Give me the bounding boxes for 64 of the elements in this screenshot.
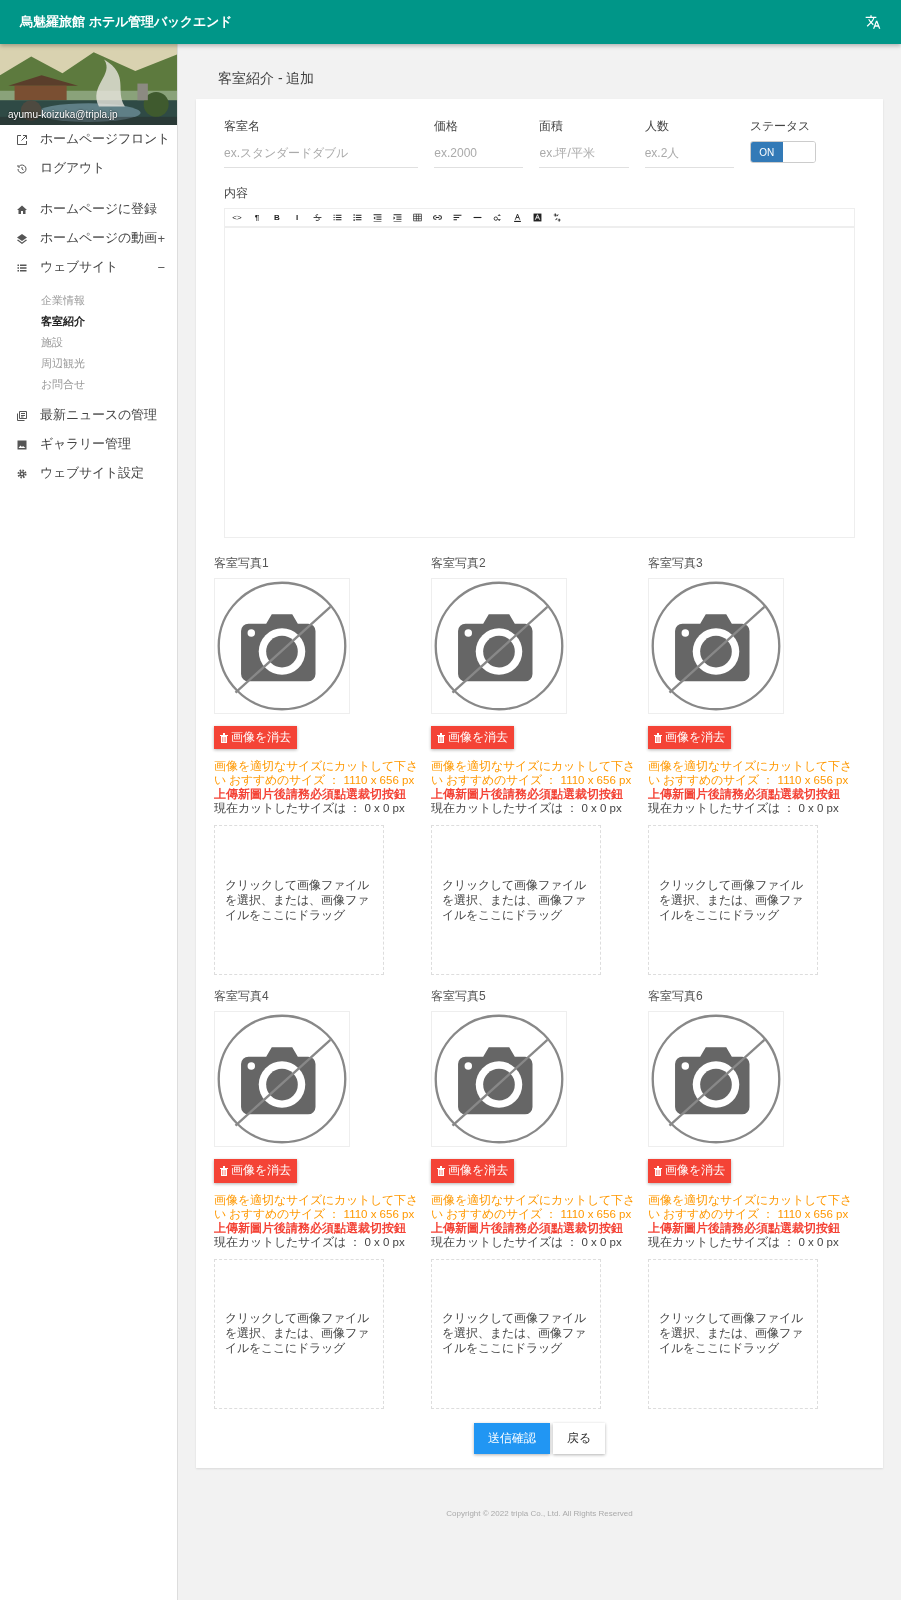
sidebar-item[interactable]: ウェブサイト − [0, 253, 177, 282]
sidebar-item[interactable]: ホームページフロント [0, 125, 177, 154]
photo-label: 客室写真5 [431, 988, 487, 1006]
copyright-text: Copyright © 2022 tripla Co., Ltd. All Rights Reserved [445, 1507, 634, 1520]
toolbar-button[interactable]: I [287, 209, 307, 226]
photo-label: 客室写真3 [648, 555, 704, 572]
field-label: 面積 [539, 118, 565, 135]
toggle-icon[interactable]: − [157, 257, 165, 278]
current-size: 現在カットしたサイズは ： 0 x 0 px [214, 1234, 406, 1249]
size-hint: 画像を適切なサイズにカットして下さい おすすめのサイズ ： 1110 x 656 px [431, 759, 636, 788]
delete-image-button[interactable]: 画像を消去 [214, 726, 297, 750]
delete-image-button[interactable]: 画像を消去 [214, 1159, 297, 1183]
delete-image-button[interactable]: 画像を消去 [431, 726, 514, 750]
sidebar-item[interactable]: ホームページの動画+ [0, 224, 177, 253]
size-hint: 画像を適切なサイズにカットして下さい おすすめのサイズ ： 1110 x 656 px [648, 759, 853, 788]
toolbar-button[interactable]: B [267, 209, 287, 226]
size-hint: 画像を適切なサイズにカットして下さい おすすめのサイズ ： 1110 x 656 px [214, 759, 419, 788]
sidebar-item[interactable]: ホームページに登録 [0, 195, 177, 224]
photo-label: 客室写真2 [431, 555, 487, 572]
sidebar-item[interactable]: ウェブサイト設定 [0, 459, 177, 488]
delete-image-button[interactable]: 画像を消去 [648, 1159, 731, 1183]
toolbar-button[interactable]: <> [227, 209, 247, 226]
app-title: 烏魅羅旅館 ホテル管理バックエンド [20, 13, 232, 32]
upload-dropzone[interactable]: クリックして画像ファイルを選択、または、画像ファイルをここにドラッグ [648, 825, 818, 976]
field-label: 人数 [644, 118, 670, 135]
crop-warning: 上傳新圖片後請務必須點選裁切按鈕 [214, 787, 407, 802]
toggle-icon[interactable]: + [157, 228, 165, 249]
upload-dropzone[interactable]: クリックして画像ファイルを選択、または、画像ファイルをここにドラッグ [214, 1258, 384, 1409]
current-size: 現在カットしたサイズは ： 0 x 0 px [214, 801, 406, 816]
current-size: 現在カットしたサイズは ： 0 x 0 px [648, 1234, 840, 1249]
crop-warning: 上傳新圖片後請務必須點選裁切按鈕 [648, 1220, 841, 1235]
photo-label: 客室写真4 [214, 988, 270, 1006]
field-label: 内容 [224, 185, 249, 202]
rich-text-editor[interactable]: <> ¶ B I [224, 208, 855, 538]
delete-image-button[interactable]: 画像を消去 [431, 1159, 514, 1183]
crop-warning: 上傳新圖片後請務必須點選裁切按鈕 [214, 1220, 407, 1235]
sidebar-item[interactable]: ログアウト [0, 154, 177, 183]
field-label: ステータス [749, 118, 811, 135]
user-email: ayumu-koizuka@tripla.jp [8, 108, 118, 122]
submenu-item[interactable]: 客室紹介 [0, 311, 177, 332]
photo-label: 客室写真6 [648, 988, 704, 1006]
status-toggle[interactable]: ON [749, 141, 816, 163]
size-hint: 画像を適切なサイズにカットして下さい おすすめのサイズ ： 1110 x 656 px [214, 1192, 419, 1221]
crop-warning: 上傳新圖片後請務必須點選裁切按鈕 [431, 787, 624, 802]
photo-label: 客室写真1 [214, 555, 270, 572]
crop-warning: 上傳新圖片後請務必須點選裁切按鈕 [431, 1220, 624, 1235]
toolbar-button[interactable]: ¶ [247, 209, 267, 226]
page-title: 客室紹介 - 追加 [217, 69, 316, 88]
current-size: 現在カットしたサイズは ： 0 x 0 px [431, 801, 623, 816]
back-button[interactable]: 戻る [553, 1422, 605, 1454]
delete-image-button[interactable]: 画像を消去 [648, 726, 731, 750]
sidebar-item[interactable]: ギャラリー管理 [0, 430, 177, 459]
crop-warning: 上傳新圖片後請務必須點選裁切按鈕 [648, 787, 841, 802]
upload-dropzone[interactable]: クリックして画像ファイルを選択、または、画像ファイルをここにドラッグ [431, 825, 601, 976]
upload-dropzone[interactable]: クリックして画像ファイルを選択、または、画像ファイルをここにドラッグ [431, 1258, 601, 1409]
upload-dropzone[interactable]: クリックして画像ファイルを選択、または、画像ファイルをここにドラッグ [214, 825, 384, 976]
field-label: 客室名 [224, 118, 261, 135]
size-hint: 画像を適切なサイズにカットして下さい おすすめのサイズ ： 1110 x 656 px [648, 1192, 853, 1221]
size-hint: 画像を適切なサイズにカットして下さい おすすめのサイズ ： 1110 x 656 px [431, 1192, 636, 1221]
sidebar-item[interactable]: 最新ニュースの管理 [0, 401, 177, 430]
field-label: 価格 [434, 118, 460, 135]
current-size: 現在カットしたサイズは ： 0 x 0 px [431, 1234, 623, 1249]
upload-dropzone[interactable]: クリックして画像ファイルを選択、または、画像ファイルをここにドラッグ [648, 1258, 818, 1409]
current-size: 現在カットしたサイズは ： 0 x 0 px [648, 801, 840, 816]
